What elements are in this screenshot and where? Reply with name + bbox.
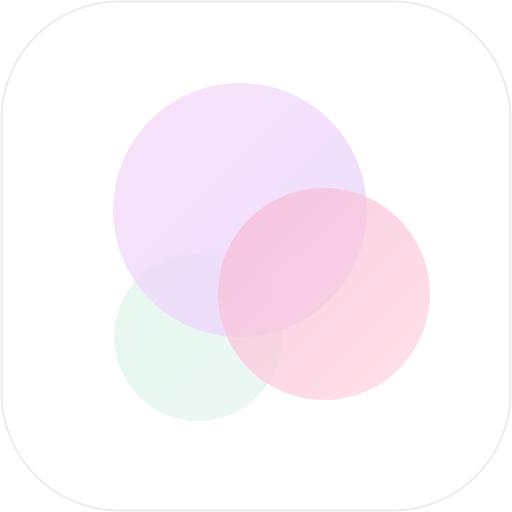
app-icon-svg [0, 0, 512, 512]
app-icon [0, 0, 512, 512]
pink-circle [218, 188, 430, 400]
